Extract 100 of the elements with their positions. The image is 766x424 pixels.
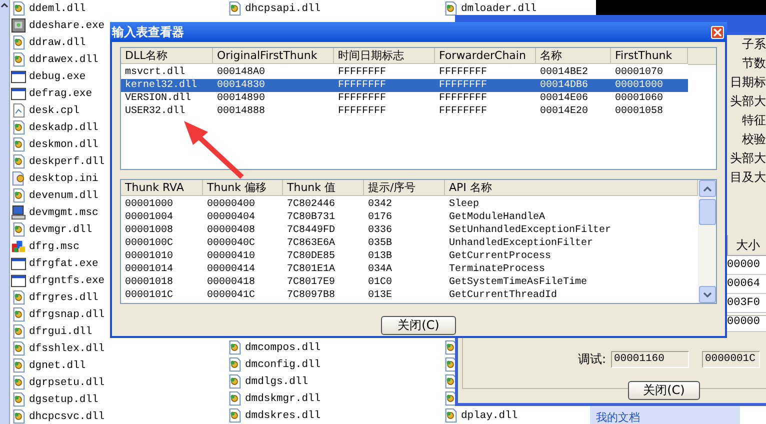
column-header[interactable]: 大小	[727, 235, 766, 256]
table-cell-text: GetModuleHandleA	[448, 211, 546, 224]
gear-file-icon	[443, 374, 458, 389]
file-name[interactable]: dmdlgs.dll	[245, 376, 308, 388]
gear-file-icon	[11, 324, 26, 339]
file-name[interactable]: dfrg.msc	[29, 240, 80, 252]
table-cell-text: 7C863E6A	[286, 237, 336, 250]
file-name[interactable]: dgnet.dll	[29, 360, 86, 372]
gear-file-icon	[227, 374, 242, 389]
gear-file-icon	[11, 137, 26, 152]
settings-file-icon	[11, 171, 26, 186]
task-link[interactable]: 我的文档	[596, 410, 640, 424]
column-header[interactable]: 名称	[536, 48, 611, 64]
field-label: 调试:	[576, 351, 606, 368]
file-name[interactable]: dfrgres.dll	[29, 292, 98, 304]
close-button[interactable]: 关闭(C)	[381, 316, 456, 335]
column-header[interactable]: Thunk 偏移	[203, 180, 283, 196]
column-header[interactable]: Thunk 值	[283, 180, 364, 196]
field-label: 头部大	[730, 150, 766, 167]
column-header[interactable]: FirstThunk	[611, 48, 688, 64]
file-name[interactable]: ddeml.dll	[29, 2, 86, 14]
table-cell-text: 00000408	[206, 224, 256, 237]
table-cell-text: 00000414	[206, 263, 256, 276]
caret-down-icon	[703, 292, 712, 298]
column-header[interactable]: 提示/序号	[364, 180, 445, 196]
table-cell-text: 00001014	[124, 263, 174, 276]
document-icon	[11, 103, 26, 118]
close-icon[interactable]	[711, 26, 724, 38]
table-cell-text: 00001004	[124, 211, 174, 224]
table-row[interactable]: kernel32.dll 00014830 FFFFFFFF FFFFFFFF 00014DB6 00001000	[121, 79, 688, 92]
gear-file-icon	[11, 358, 26, 373]
table-cell-text: 00000418	[206, 276, 256, 289]
column-header[interactable]: 时间日期标志	[334, 48, 435, 64]
scroll-down-button[interactable]	[699, 286, 716, 303]
field-label: 子系	[742, 36, 766, 53]
file-name[interactable]: dgsetup.dll	[29, 394, 98, 406]
table-cell-text: 00000400	[206, 198, 256, 211]
file-name[interactable]: dfrgui.dll	[29, 326, 92, 338]
file-name[interactable]: dplay.dll	[461, 410, 518, 422]
file-name[interactable]: dfsshlex.dll	[29, 342, 105, 354]
file-name[interactable]: devmgmt.msc	[29, 206, 98, 218]
input-field[interactable]: 0000001C	[702, 351, 760, 368]
file-name[interactable]: dhcpcsvc.dll	[29, 410, 105, 422]
file-name[interactable]: deskadp.dll	[29, 122, 98, 134]
file-name[interactable]: devenum.dll	[29, 190, 98, 202]
file-name[interactable]: dmdskmgr.dll	[245, 392, 321, 404]
app-icon	[11, 18, 26, 33]
table-row[interactable]: VERSION.dll 00014890 FFFFFFFF FFFFFFFF 00014E06 00001060	[121, 92, 688, 105]
table-cell-text: 0000041C	[206, 289, 256, 302]
gear-file-icon	[11, 154, 26, 169]
scroll-thumb[interactable]	[699, 199, 716, 225]
file-name[interactable]: desk.cpl	[29, 104, 80, 116]
scroll-up-button[interactable]	[699, 180, 716, 197]
column-header[interactable]: Thunk RVA	[121, 180, 203, 196]
file-name[interactable]: ddrawex.dll	[29, 54, 98, 66]
table-cell-text: GetCurrentProcess	[448, 250, 552, 263]
column-header[interactable]: API 名称	[445, 180, 698, 196]
file-name[interactable]: devmgr.dll	[29, 224, 92, 236]
window-icon	[11, 69, 26, 84]
file-name[interactable]: ddeshare.exe	[29, 20, 105, 32]
file-name[interactable]: dgrpsetu.dll	[29, 376, 105, 388]
computer-icon	[11, 205, 26, 220]
file-name[interactable]: desktop.ini	[29, 172, 98, 184]
file-name[interactable]: dmcompos.dll	[245, 342, 321, 354]
table-cell-text: GetSystemTimeAsFileTime	[448, 276, 588, 289]
gear-file-icon	[11, 341, 26, 356]
input-field[interactable]: 00001160	[611, 351, 689, 368]
gear-file-icon	[11, 375, 26, 390]
field-label: 目及大	[730, 169, 766, 186]
table-cell-text: 013E	[367, 289, 394, 302]
window-title: 输入表查看器	[112, 24, 184, 40]
table-cell-text: 00001000	[124, 198, 174, 211]
file-name[interactable]: defrag.exe	[29, 88, 92, 100]
file-name[interactable]: deskmon.dll	[29, 138, 98, 150]
gear-file-icon	[227, 391, 242, 406]
table-cell-text: 013B	[367, 250, 394, 263]
close-button[interactable]: 关闭(C)	[628, 381, 700, 400]
file-name[interactable]: deskperf.dll	[29, 156, 105, 168]
column-header[interactable]: OriginalFirstThunk	[213, 48, 334, 64]
file-name[interactable]: dmconfig.dll	[245, 358, 321, 370]
file-name[interactable]: ddraw.dll	[29, 36, 86, 48]
colorful-blocks-icon	[11, 239, 26, 254]
table-cell-text: 7C80DE85	[286, 250, 336, 263]
gear-file-icon	[11, 222, 26, 237]
file-name[interactable]: dfrgsnap.dll	[29, 308, 105, 320]
table-cell-text: 7C8017E9	[286, 276, 336, 289]
table-cell-text: 7C8097B8	[286, 289, 336, 302]
table-row[interactable]: USER32.dll 00014888 FFFFFFFF FFFFFFFF 00014E20 00001058	[121, 105, 688, 118]
file-name[interactable]: dmloader.dll	[461, 2, 537, 14]
file-name[interactable]: debug.exe	[29, 70, 86, 82]
file-name[interactable]: dfrgntfs.exe	[29, 274, 105, 286]
table-row[interactable]: msvcrt.dll 000148A0 FFFFFFFF FFFFFFFF 00014BE2 00001070	[121, 66, 688, 79]
column-header[interactable]: ForwarderChain	[435, 48, 536, 64]
table-cell-text: 00000404	[206, 211, 256, 224]
gear-file-icon	[11, 307, 26, 322]
file-name[interactable]: dfrgfat.exe	[29, 258, 98, 270]
column-header[interactable]: DLL名称	[121, 48, 213, 64]
table-cell-text: 0336	[367, 224, 394, 237]
file-name[interactable]: dhcpsapi.dll	[245, 2, 321, 14]
file-name[interactable]: dmdskres.dll	[245, 410, 321, 422]
